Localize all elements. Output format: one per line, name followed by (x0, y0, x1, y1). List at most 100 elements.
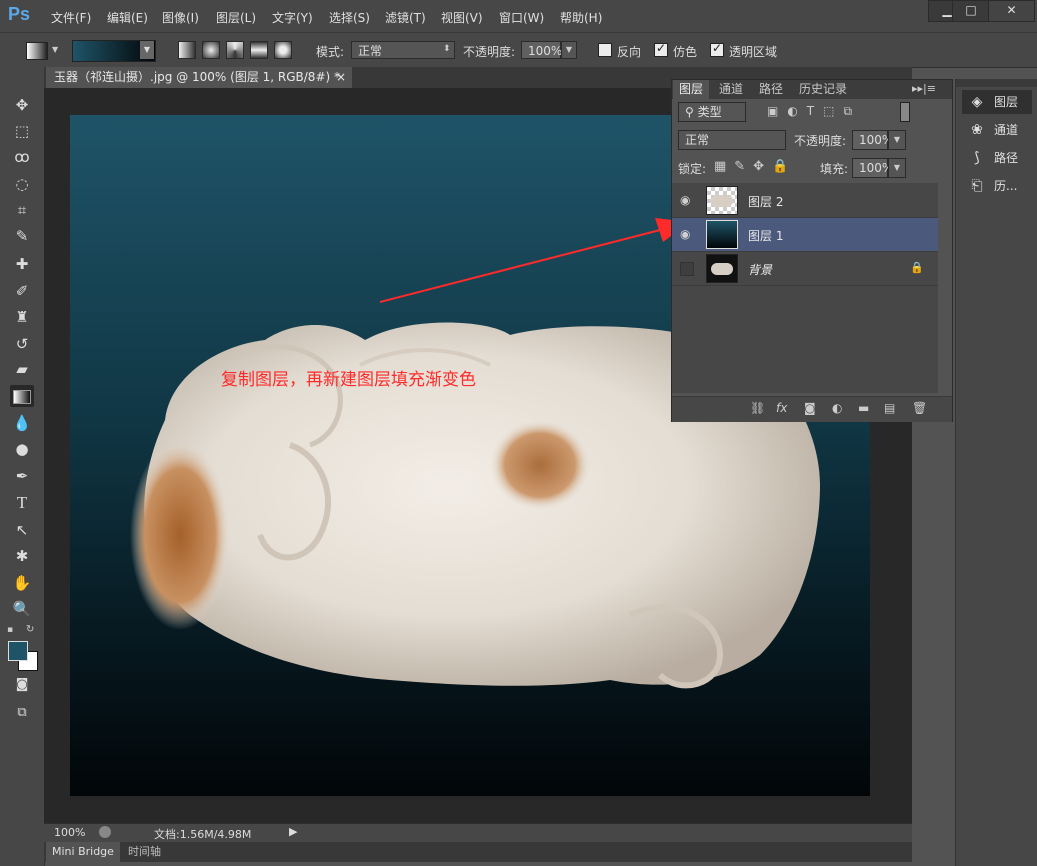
foreground-color-swatch[interactable] (8, 641, 28, 661)
paths-icon: ⟆ (974, 150, 980, 166)
brush-tool-icon[interactable]: ✐ (10, 280, 34, 302)
visibility-toggle-off[interactable] (680, 262, 694, 276)
menu-help[interactable]: 帮助(H) (560, 9, 602, 26)
layer-row[interactable]: ◉ 图层 2 (672, 184, 938, 218)
gradient-tool-icon[interactable] (26, 42, 48, 60)
layer-name[interactable]: 背景 (748, 261, 772, 278)
angle-gradient-button[interactable] (226, 41, 244, 59)
lock-icon: 🔒 (910, 261, 924, 274)
reverse-checkbox[interactable] (598, 43, 612, 57)
blur-tool-icon[interactable]: 💧 (10, 412, 34, 434)
zoom-tool-icon[interactable]: 🔍 (10, 598, 34, 620)
hand-tool-icon[interactable]: ✋ (10, 572, 34, 594)
filter-type-value: 类型 (697, 105, 722, 119)
new-group-icon[interactable]: ▬ (858, 401, 869, 415)
gradient-tool-icon[interactable] (10, 385, 34, 407)
tool-preset-chevron-icon[interactable]: ▼ (52, 45, 58, 54)
fill-input[interactable]: 100% (852, 158, 893, 178)
tab-paths[interactable]: 路径 (753, 80, 789, 99)
panel-menu-icon[interactable]: ▸▸|≡ (912, 82, 936, 95)
default-colors-icon[interactable]: ▪ (7, 625, 13, 635)
opacity-chevron-icon[interactable]: ▼ (561, 41, 577, 59)
menu-image[interactable]: 图像(I) (162, 9, 199, 26)
add-mask-icon[interactable]: ◙ (804, 401, 816, 415)
tab-mini-bridge[interactable]: Mini Bridge (46, 842, 120, 862)
layer-opacity-label: 不透明度: (794, 134, 847, 148)
status-menu-arrow-icon[interactable]: ▶ (289, 825, 297, 838)
blend-mode-select[interactable]: 正常 (678, 130, 786, 150)
move-tool-icon[interactable]: ✥ (10, 94, 34, 116)
new-layer-icon[interactable]: ▤ (884, 401, 895, 415)
zoom-level[interactable]: 100% (54, 826, 85, 839)
quick-select-tool-icon[interactable]: ◌ (10, 173, 34, 195)
menu-window[interactable]: 窗口(W) (499, 9, 544, 26)
reflected-gradient-button[interactable] (250, 41, 268, 59)
delete-layer-icon[interactable]: 🗑 (912, 401, 927, 415)
share-icon[interactable] (99, 826, 111, 838)
history-brush-tool-icon[interactable]: ↺ (10, 333, 34, 355)
tab-channels[interactable]: 通道 (713, 80, 749, 99)
linear-gradient-button[interactable] (178, 41, 196, 59)
filter-toggle[interactable] (900, 102, 910, 122)
menu-file[interactable]: 文件(F) (51, 9, 91, 26)
screen-mode-icon[interactable]: ⧉ (10, 702, 34, 724)
transparency-checkbox[interactable] (710, 41, 724, 57)
menu-select[interactable]: 选择(S) (329, 9, 370, 26)
menu-layer[interactable]: 图层(L) (216, 9, 256, 26)
adjustment-layer-icon[interactable]: ◐ (832, 401, 842, 415)
dither-checkbox[interactable] (654, 41, 668, 57)
menu-edit[interactable]: 编辑(E) (107, 9, 148, 26)
opacity-input[interactable]: 100% (521, 41, 562, 59)
menu-view[interactable]: 视图(V) (441, 9, 483, 26)
dodge-tool-icon[interactable]: ● (10, 438, 34, 460)
dock-paths[interactable]: ⟆ 路径 (962, 146, 1032, 170)
type-tool-icon[interactable]: T (10, 492, 34, 514)
dock-layers-label: 图层 (994, 95, 1019, 109)
quick-mask-icon[interactable]: ◙ (10, 674, 34, 696)
layer-name[interactable]: 图层 2 (748, 193, 783, 210)
filter-icons[interactable]: ▣◐T⬚⧉ (767, 104, 861, 119)
layer-style-icon[interactable]: fx (776, 401, 787, 415)
mode-select[interactable]: 正常 (351, 41, 455, 59)
dock-history[interactable]: ⎗ 历... (962, 174, 1032, 198)
swap-colors-icon[interactable]: ↻ (26, 624, 34, 635)
link-layers-icon[interactable]: ⛓ (750, 401, 765, 415)
close-window-button[interactable]: ✕ (988, 0, 1035, 22)
layer-row[interactable]: ◉ 图层 1 (672, 218, 938, 252)
eraser-tool-icon[interactable]: ▰ (10, 358, 34, 380)
tab-timeline[interactable]: 时间轴 (124, 842, 165, 862)
menu-type[interactable]: 文字(Y) (272, 9, 313, 26)
crop-tool-icon[interactable]: ⌗ (10, 199, 34, 221)
fill-chevron-icon[interactable]: ▼ (888, 158, 906, 178)
layer-opacity-input[interactable]: 100% (852, 130, 893, 150)
maximize-button[interactable]: □ (952, 0, 990, 22)
gradient-picker-chevron-icon[interactable]: ▼ (140, 41, 154, 59)
shape-tool-icon[interactable]: ✱ (10, 545, 34, 567)
lock-icons[interactable]: ▦✎✥🔒 (714, 159, 796, 174)
eyedropper-tool-icon[interactable]: ✎ (10, 225, 34, 247)
marquee-tool-icon[interactable]: ⬚ (10, 120, 34, 142)
healing-brush-tool-icon[interactable]: ✚ (10, 253, 34, 275)
visibility-eye-icon[interactable]: ◉ (680, 194, 694, 206)
filter-type-select[interactable]: ⚲ 类型 (678, 102, 746, 122)
annotation-arrow (379, 218, 690, 303)
menu-filter[interactable]: 滤镜(T) (385, 9, 426, 26)
bottom-panel-tabs: Mini Bridge 时间轴 (44, 842, 912, 862)
dock-layers[interactable]: ◈ 图层 (962, 90, 1032, 114)
radial-gradient-button[interactable] (202, 41, 220, 59)
clone-stamp-tool-icon[interactable]: ♜ (10, 306, 34, 328)
document-tab[interactable]: 玉器（祁连山摄）.jpg @ 100% (图层 1, RGB/8#) * × (46, 67, 352, 88)
lasso-tool-icon[interactable]: ꝏ (10, 146, 34, 168)
visibility-eye-icon[interactable]: ◉ (680, 228, 694, 240)
path-selection-tool-icon[interactable]: ↖ (10, 519, 34, 541)
dock-channels[interactable]: ❀ 通道 (962, 118, 1032, 142)
tab-layers[interactable]: 图层 (673, 80, 710, 99)
layer-row[interactable]: 背景 🔒 (672, 252, 938, 286)
close-tab-icon[interactable]: × (336, 67, 346, 88)
pen-tool-icon[interactable]: ✒ (10, 465, 34, 487)
tab-history[interactable]: 历史记录 (793, 80, 853, 99)
layer-name[interactable]: 图层 1 (748, 227, 783, 244)
layer-opacity-chevron-icon[interactable]: ▼ (888, 130, 906, 150)
document-info: 文档:1.56M/4.98M (154, 828, 252, 841)
diamond-gradient-button[interactable] (274, 41, 292, 59)
